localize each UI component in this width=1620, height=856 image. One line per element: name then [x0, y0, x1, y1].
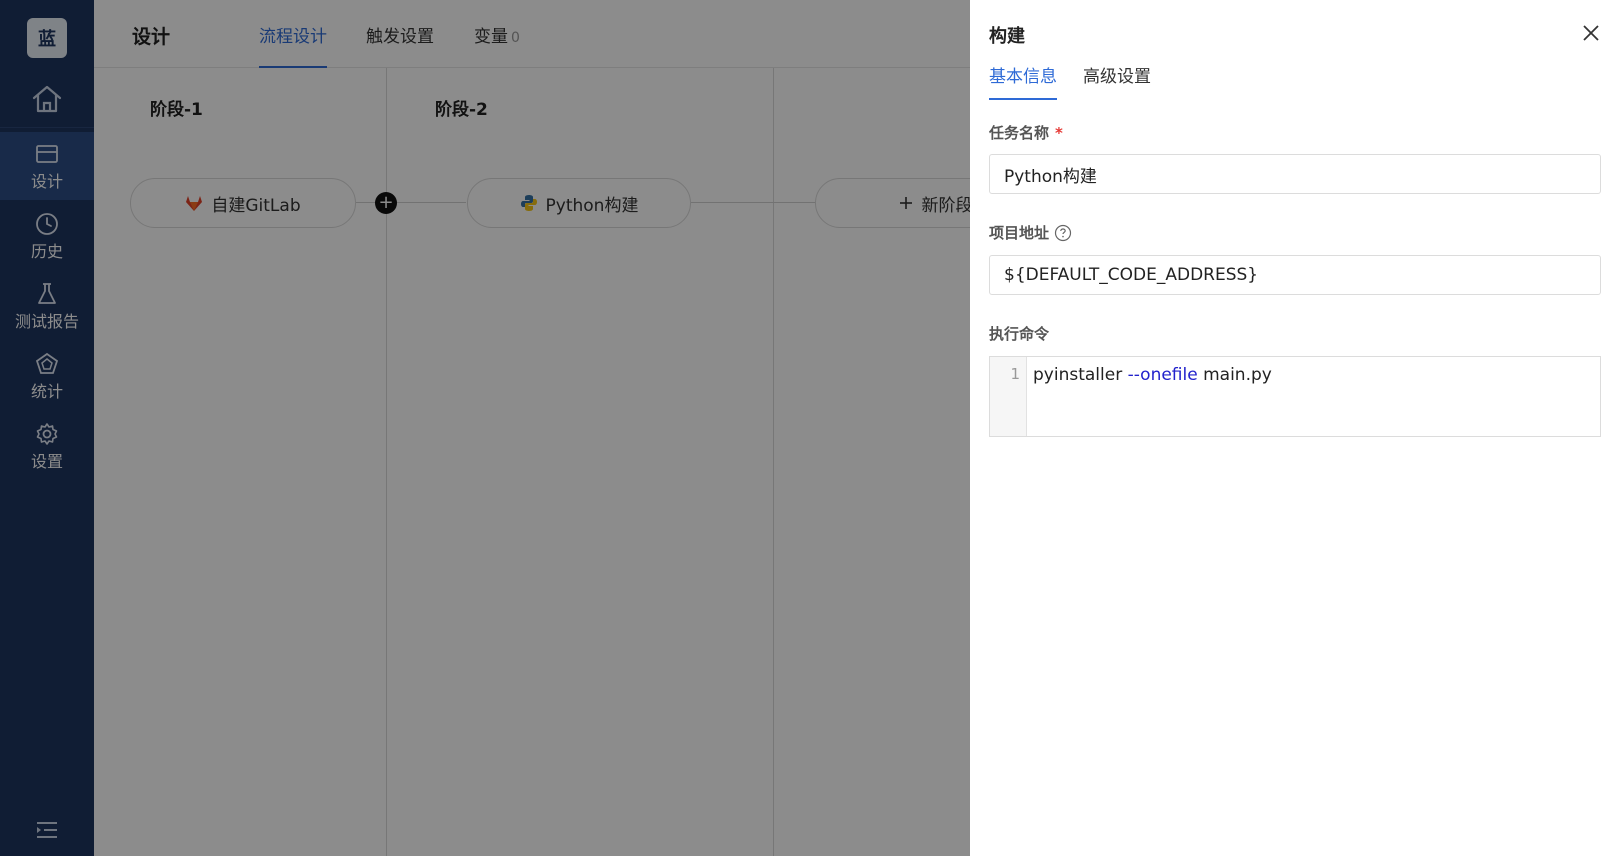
task-drawer: 构建 基本信息 高级设置 任务名称 * Python构建 项目地址 ${DEFA… [970, 0, 1620, 856]
task-name-value: Python构建 [1004, 166, 1097, 187]
close-icon [1583, 25, 1599, 41]
code-text: main.py [1197, 365, 1272, 385]
tab-label: 高级设置 [1083, 67, 1151, 87]
line-number: 1 [1010, 365, 1020, 383]
task-name-input[interactable]: Python构建 [989, 154, 1601, 194]
field-label-text: 任务名称 [989, 124, 1050, 142]
close-button[interactable] [1580, 22, 1602, 44]
tab-basic-info[interactable]: 基本信息 [989, 62, 1057, 100]
drawer-title: 构建 [989, 26, 1025, 47]
command-editor[interactable]: 1 pyinstaller --onefile main.py [989, 356, 1601, 437]
required-mark: * [1055, 123, 1063, 142]
code-line[interactable]: pyinstaller --onefile main.py [1027, 357, 1272, 436]
help-icon[interactable] [1054, 224, 1072, 242]
code-text: pyinstaller [1033, 365, 1128, 385]
project-address-input[interactable]: ${DEFAULT_CODE_ADDRESS} [989, 255, 1601, 295]
field-label-text: 项目地址 [989, 224, 1050, 242]
field-label-text: 执行命令 [989, 325, 1050, 343]
code-flag: --onefile [1127, 365, 1198, 385]
tab-advanced-settings[interactable]: 高级设置 [1083, 62, 1151, 100]
line-number-gutter: 1 [990, 357, 1027, 436]
modal-overlay[interactable] [0, 0, 970, 856]
project-address-value: ${DEFAULT_CODE_ADDRESS} [1004, 265, 1259, 285]
task-name-label: 任务名称 * [989, 122, 1063, 143]
tab-label: 基本信息 [989, 67, 1057, 87]
project-address-label: 项目地址 [989, 222, 1072, 243]
command-label: 执行命令 [989, 323, 1049, 344]
